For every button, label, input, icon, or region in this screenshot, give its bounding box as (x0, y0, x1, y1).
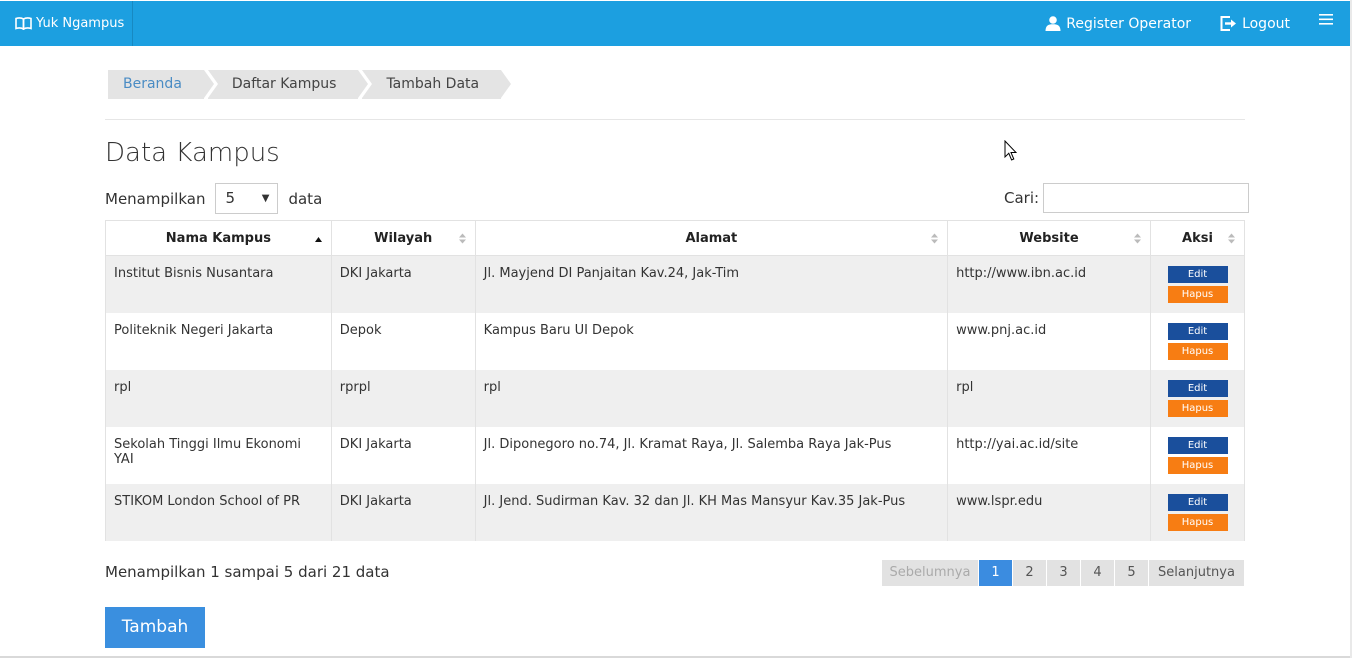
pagination-page[interactable]: 1 (979, 560, 1012, 586)
sort-icon (458, 233, 466, 244)
hapus-button[interactable]: Hapus (1167, 513, 1228, 531)
register-operator-link[interactable]: Register Operator (1045, 16, 1191, 32)
cell-alamat: rpl (474, 369, 949, 427)
header-alamat[interactable]: Alamat (474, 220, 949, 256)
brand-label: Yuk Ngampus (36, 16, 125, 31)
logout-link[interactable]: Logout (1220, 16, 1290, 32)
length-select[interactable]: 5 ▼ (215, 183, 279, 214)
logout-label: Logout (1242, 15, 1290, 32)
table-header-row: Nama Kampus Wilayah Alamat Website Aksi (105, 220, 1245, 256)
mouse-cursor-icon (1004, 140, 1017, 161)
cell-website: http://yai.ac.id/site (947, 426, 1151, 484)
table-row: STIKOM London School of PR DKI Jakarta J… (105, 483, 1245, 541)
edit-button[interactable]: Edit (1167, 266, 1228, 283)
cell-aksi: Edit Hapus (1150, 483, 1245, 541)
edit-button[interactable]: Edit (1167, 379, 1228, 397)
hapus-button[interactable]: Hapus (1167, 456, 1228, 474)
kampus-table: Nama Kampus Wilayah Alamat Website Aksi (105, 220, 1245, 541)
search-control: Cari: (1004, 183, 1250, 213)
header-aksi[interactable]: Aksi (1150, 220, 1245, 256)
cell-aksi: Edit Hapus (1150, 312, 1245, 370)
length-value: 5 (225, 189, 236, 207)
pagination-page[interactable]: 3 (1047, 560, 1080, 586)
sort-icon (1134, 233, 1141, 244)
edit-button[interactable]: Edit (1167, 436, 1228, 454)
cell-wilayah: DKI Jakarta (330, 483, 476, 541)
hapus-button[interactable]: Hapus (1167, 342, 1228, 360)
breadcrumb-tambah-data[interactable]: Tambah Data (362, 70, 511, 99)
chevron-down-icon: ▼ (261, 193, 270, 204)
table-info: Menampilkan 1 sampai 5 dari 21 data (105, 563, 390, 581)
divider (105, 119, 1245, 120)
pagination: Sebelumnya 1 2 3 4 5 Selanjutnya (882, 560, 1244, 586)
header-website[interactable]: Website (947, 220, 1151, 256)
pagination-page[interactable]: 2 (1013, 560, 1046, 586)
pagination-page[interactable]: 5 (1115, 560, 1148, 586)
brand-link[interactable]: Yuk Ngampus (0, 1, 133, 46)
table-row: Sekolah Tinggi Ilmu Ekonomi YAI DKI Jaka… (105, 426, 1245, 484)
search-input[interactable] (1043, 183, 1250, 213)
cell-wilayah: DKI Jakarta (330, 426, 476, 484)
cell-website: www.lspr.edu (947, 483, 1151, 541)
cell-alamat: Jl. Jend. Sudirman Kav. 32 dan Jl. KH Ma… (474, 483, 949, 541)
cell-aksi: Edit Hapus (1150, 426, 1245, 484)
edit-button[interactable]: Edit (1167, 322, 1228, 340)
header-wilayah[interactable]: Wilayah (330, 220, 476, 256)
table-row: Institut Bisnis Nusantara DKI Jakarta Jl… (105, 255, 1245, 313)
pagination-next[interactable]: Selanjutnya (1149, 560, 1244, 586)
cell-wilayah: DKI Jakarta (330, 255, 476, 313)
register-operator-label: Register Operator (1066, 15, 1192, 32)
length-suffix: data (288, 189, 323, 208)
length-prefix: Menampilkan (105, 189, 206, 208)
cell-alamat: Jl. Diponegoro no.74, Jl. Kramat Raya, J… (474, 426, 949, 484)
tambah-button[interactable]: Tambah (105, 607, 205, 648)
table-row: Politeknik Negeri Jakarta Depok Kampus B… (105, 312, 1245, 370)
menu-toggle-button[interactable] (1319, 13, 1333, 29)
header-nama-kampus[interactable]: Nama Kampus (105, 220, 332, 256)
breadcrumb-beranda[interactable]: Beranda (108, 70, 214, 99)
sort-icon (931, 233, 939, 244)
edit-button[interactable]: Edit (1167, 493, 1228, 511)
breadcrumb-daftar-kampus[interactable]: Daftar Kampus (207, 70, 368, 99)
cell-website: http://www.ibn.ac.id (947, 255, 1151, 313)
table-row: rpl rprpl rpl rpl Edit Hapus (105, 369, 1245, 427)
breadcrumb: Beranda Daftar Kampus Tambah Data (108, 70, 511, 99)
cell-website: rpl (947, 369, 1151, 427)
sort-asc-icon (314, 237, 322, 242)
cell-wilayah: rprpl (330, 369, 476, 427)
cell-alamat: Kampus Baru UI Depok (474, 312, 949, 370)
cell-nama-kampus: STIKOM London School of PR (105, 483, 332, 541)
book-icon (15, 17, 32, 30)
top-navbar: Yuk Ngampus Register Operator Logout (0, 1, 1350, 46)
cell-website: www.pnj.ac.id (947, 312, 1151, 370)
cell-aksi: Edit Hapus (1150, 255, 1245, 313)
cell-aksi: Edit Hapus (1150, 369, 1245, 427)
cell-nama-kampus: Politeknik Negeri Jakarta (105, 312, 332, 370)
hapus-button[interactable]: Hapus (1167, 286, 1228, 303)
cell-alamat: Jl. Mayjend DI Panjaitan Kav.24, Jak-Tim (474, 255, 949, 313)
hamburger-icon (1319, 13, 1333, 25)
pagination-page[interactable]: 4 (1081, 560, 1114, 586)
hapus-button[interactable]: Hapus (1167, 399, 1228, 417)
sort-icon (1228, 233, 1235, 244)
cell-wilayah: Depok (330, 312, 476, 370)
cell-nama-kampus: Institut Bisnis Nusantara (105, 255, 332, 313)
user-icon (1045, 16, 1061, 31)
length-control: Menampilkan 5 ▼ data (105, 183, 322, 214)
pagination-previous[interactable]: Sebelumnya (882, 560, 978, 586)
search-label: Cari: (1004, 189, 1040, 207)
logout-icon (1220, 16, 1237, 31)
page-title: Data Kampus (105, 138, 280, 168)
cell-nama-kampus: rpl (105, 369, 332, 427)
cell-nama-kampus: Sekolah Tinggi Ilmu Ekonomi YAI (105, 426, 332, 484)
